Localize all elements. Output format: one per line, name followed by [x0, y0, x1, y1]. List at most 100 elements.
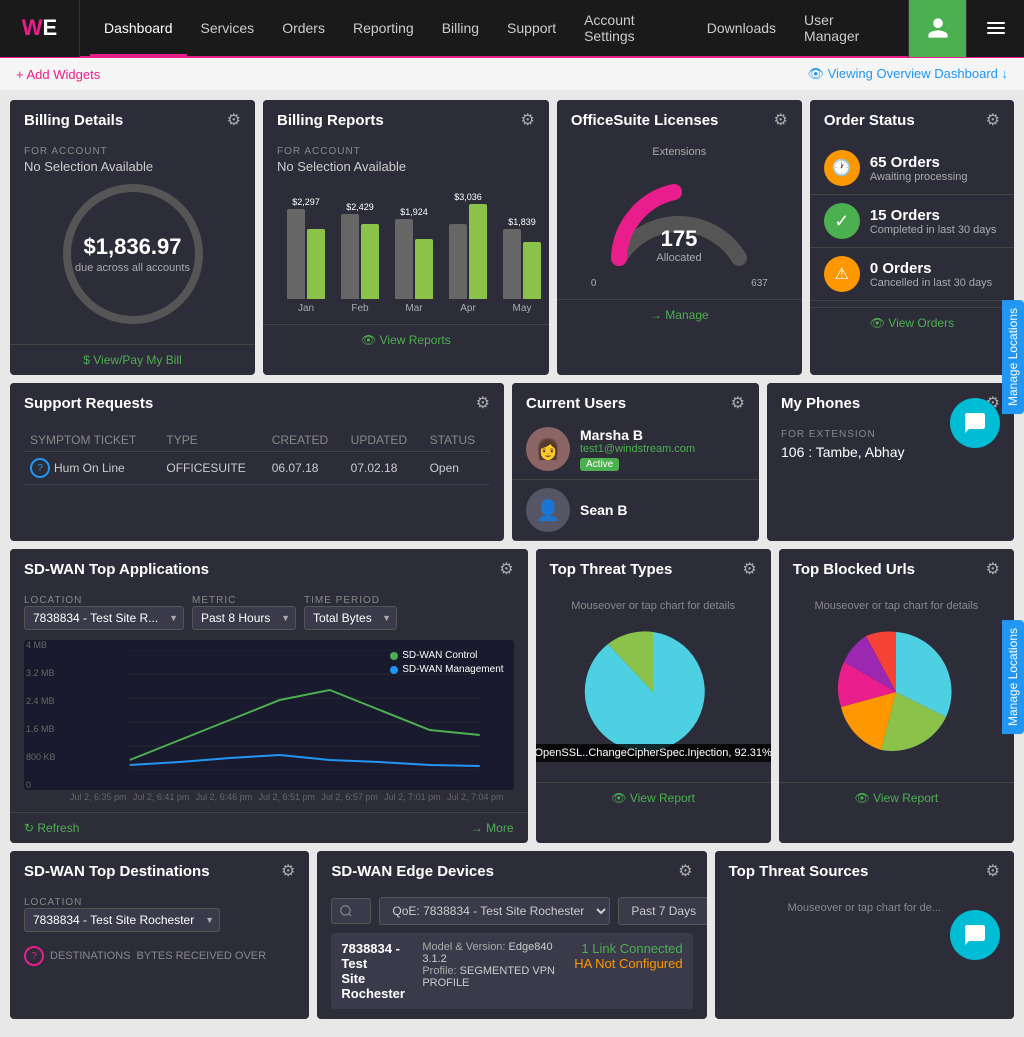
col-type: TYPE: [160, 429, 265, 452]
support-table: SYMPTOM TICKET TYPE CREATED UPDATED STAT…: [24, 429, 490, 485]
table-row[interactable]: ? Hum On Line OFFICESUITE 06.07.18 07.02…: [24, 452, 490, 485]
view-orders-link[interactable]: 👁 View Orders: [870, 316, 954, 330]
top-threat-sources-gear-icon[interactable]: ⚙: [986, 861, 1000, 881]
edge-search-row: QoE: 7838834 - Test Site Rochester Past …: [331, 897, 692, 925]
sdwan-edge-gear-icon[interactable]: ⚙: [678, 861, 692, 881]
support-header: Support Requests ⚙: [10, 383, 504, 419]
manage-locations-sidebar-1[interactable]: Manage Locations: [1002, 300, 1024, 414]
view-blocked-report-link[interactable]: 👁 View Report: [855, 791, 939, 805]
order-count-cancelled: 0 Orders: [870, 260, 992, 277]
viewing-dashboard-label[interactable]: 👁 Viewing Overview Dashboard ↓: [807, 66, 1008, 82]
user-avatar-sean: 👤: [526, 488, 570, 532]
top-blocked-urls-header: Top Blocked Urls ⚙: [779, 549, 1014, 585]
billing-reports-gear-icon[interactable]: ⚙: [520, 110, 534, 130]
ticket-status: Open: [424, 452, 490, 485]
bar-may: $1,839 May: [503, 217, 541, 314]
ticket-name: Hum On Line: [54, 461, 125, 475]
sdwan-edge-body: QoE: 7838834 - Test Site Rochester Past …: [317, 887, 706, 1019]
nav-services[interactable]: Services: [187, 0, 269, 57]
logo: WE: [0, 0, 80, 57]
manage-link[interactable]: → Manage: [650, 308, 709, 322]
user-email-marsha: test1@windstream.com: [580, 443, 695, 455]
bar-apr: $3,036 Apr: [449, 192, 487, 314]
add-widgets-button[interactable]: + Add Widgets: [16, 67, 100, 82]
nav-account-settings[interactable]: Account Settings: [570, 0, 693, 57]
user-name-marsha: Marsha B: [580, 427, 695, 443]
nav-dashboard[interactable]: Dashboard: [90, 0, 187, 57]
user-icon-btn[interactable]: [908, 0, 966, 57]
top-threat-types-card: Top Threat Types ⚙ Mouseover or tap char…: [536, 549, 771, 843]
billing-reports-body: FOR ACCOUNT No Selection Available $2,29…: [263, 136, 549, 324]
top-threat-sources-title: Top Threat Sources: [729, 863, 869, 880]
nav-user-manager[interactable]: User Manager: [790, 0, 898, 57]
time-period-select-wrap: Total Bytes: [304, 606, 397, 630]
sdwan-top-apps-gear-icon[interactable]: ⚙: [499, 559, 513, 579]
search-icon: [339, 904, 353, 918]
bar-may-green: [523, 242, 541, 299]
bar-jan: $2,297 Jan: [287, 197, 325, 314]
top-blocked-urls-gear-icon[interactable]: ⚙: [986, 559, 1000, 579]
billing-reports-card: Billing Reports ⚙ FOR ACCOUNT No Selecti…: [263, 100, 549, 375]
order-items-list: 🕐 65 Orders Awaiting processing ✓ 15 Ord…: [810, 136, 1014, 307]
support-body: SYMPTOM TICKET TYPE CREATED UPDATED STAT…: [10, 419, 504, 495]
current-users-gear-icon[interactable]: ⚙: [731, 393, 745, 413]
billing-due-text: due across all accounts: [75, 262, 190, 274]
bar-apr-green: [469, 204, 487, 299]
support-gear-icon[interactable]: ⚙: [476, 393, 490, 413]
chat-button[interactable]: [950, 398, 1000, 448]
order-status-gear-icon[interactable]: ⚙: [986, 110, 1000, 130]
sdwan-top-apps-body: LOCATION 7838834 - Test Site R... METRIC…: [10, 585, 528, 812]
time-period-select[interactable]: Total Bytes: [304, 606, 397, 630]
refresh-link[interactable]: ↻ Refresh: [24, 821, 79, 835]
billing-cents: .97: [151, 234, 182, 260]
top-threat-sources-card: Top Threat Sources ⚙ Mouseover or tap ch…: [715, 851, 1014, 1019]
ticket-icon: ?: [30, 458, 50, 478]
threat-sources-chat-button[interactable]: [950, 910, 1000, 960]
edge-time-select[interactable]: Past 7 Days: [618, 897, 706, 925]
billing-details-card: Billing Details ⚙ FOR ACCOUNT No Selecti…: [10, 100, 255, 375]
billing-reports-header: Billing Reports ⚙: [263, 100, 549, 136]
view-threat-report-link[interactable]: 👁 View Report: [611, 791, 695, 805]
location-select[interactable]: 7838834 - Test Site R...: [24, 606, 184, 630]
row-4: SD-WAN Top Destinations ⚙ LOCATION 78388…: [10, 851, 1014, 1019]
edge-qoe-select[interactable]: QoE: 7838834 - Test Site Rochester: [379, 897, 610, 925]
bar-apr-gray: [449, 224, 467, 299]
sdwan-top-dest-gear-icon[interactable]: ⚙: [281, 861, 295, 881]
gauge-svg: 175 Allocated: [599, 168, 759, 268]
officesuite-gear-icon[interactable]: ⚙: [773, 110, 787, 130]
nav-orders[interactable]: Orders: [268, 0, 339, 57]
more-link[interactable]: → More: [471, 821, 514, 835]
settings-icon-btn[interactable]: [966, 0, 1024, 57]
sdwan-edge-header: SD-WAN Edge Devices ⚙: [317, 851, 706, 887]
nav-reporting[interactable]: Reporting: [339, 0, 428, 57]
metric-select[interactable]: Past 8 Hours: [192, 606, 296, 630]
dest-location-select-wrap: 7838834 - Test Site Rochester: [24, 908, 220, 932]
top-blocked-footer: 👁 View Report: [779, 782, 1014, 813]
top-threat-sources-header: Top Threat Sources ⚙: [715, 851, 1014, 887]
view-pay-bill-link[interactable]: $ View/Pay My Bill: [83, 353, 181, 367]
nav-downloads[interactable]: Downloads: [693, 0, 790, 57]
top-blocked-pie-wrap: [793, 622, 1000, 762]
top-threat-footer: 👁 View Report: [536, 782, 771, 813]
nav-support[interactable]: Support: [493, 0, 570, 57]
my-phones-title: My Phones: [781, 395, 860, 412]
bar-jan-green: [307, 229, 325, 299]
top-threat-types-gear-icon[interactable]: ⚙: [742, 559, 756, 579]
officesuite-body: Extensions 175 Allocated 0 637: [557, 136, 802, 299]
top-blocked-urls-card: Top Blocked Urls ⚙ Mouseover or tap char…: [779, 549, 1014, 843]
view-reports-link[interactable]: 👁 View Reports: [361, 333, 451, 347]
sdwan-top-apps-header: SD-WAN Top Applications ⚙: [10, 549, 528, 585]
bar-chart-bars: $2,297 Jan $2,429: [277, 194, 535, 314]
ticket-type: OFFICESUITE: [160, 452, 265, 485]
dest-location-select[interactable]: 7838834 - Test Site Rochester: [24, 908, 220, 932]
billing-details-footer: $ View/Pay My Bill: [10, 344, 255, 375]
order-status-footer: 👁 View Orders: [810, 307, 1014, 338]
top-threat-hint: Mouseover or tap chart for details: [550, 600, 757, 612]
support-requests-card: Support Requests ⚙ SYMPTOM TICKET TYPE C…: [10, 383, 504, 541]
billing-details-gear-icon[interactable]: ⚙: [227, 110, 241, 130]
edge-link-status: 1 Link Connected: [574, 941, 682, 956]
nav-billing[interactable]: Billing: [428, 0, 493, 57]
sdwan-top-apps-title: SD-WAN Top Applications: [24, 561, 209, 578]
manage-locations-sidebar-2[interactable]: Manage Locations: [1002, 620, 1024, 734]
current-users-header: Current Users ⚙: [512, 383, 759, 419]
